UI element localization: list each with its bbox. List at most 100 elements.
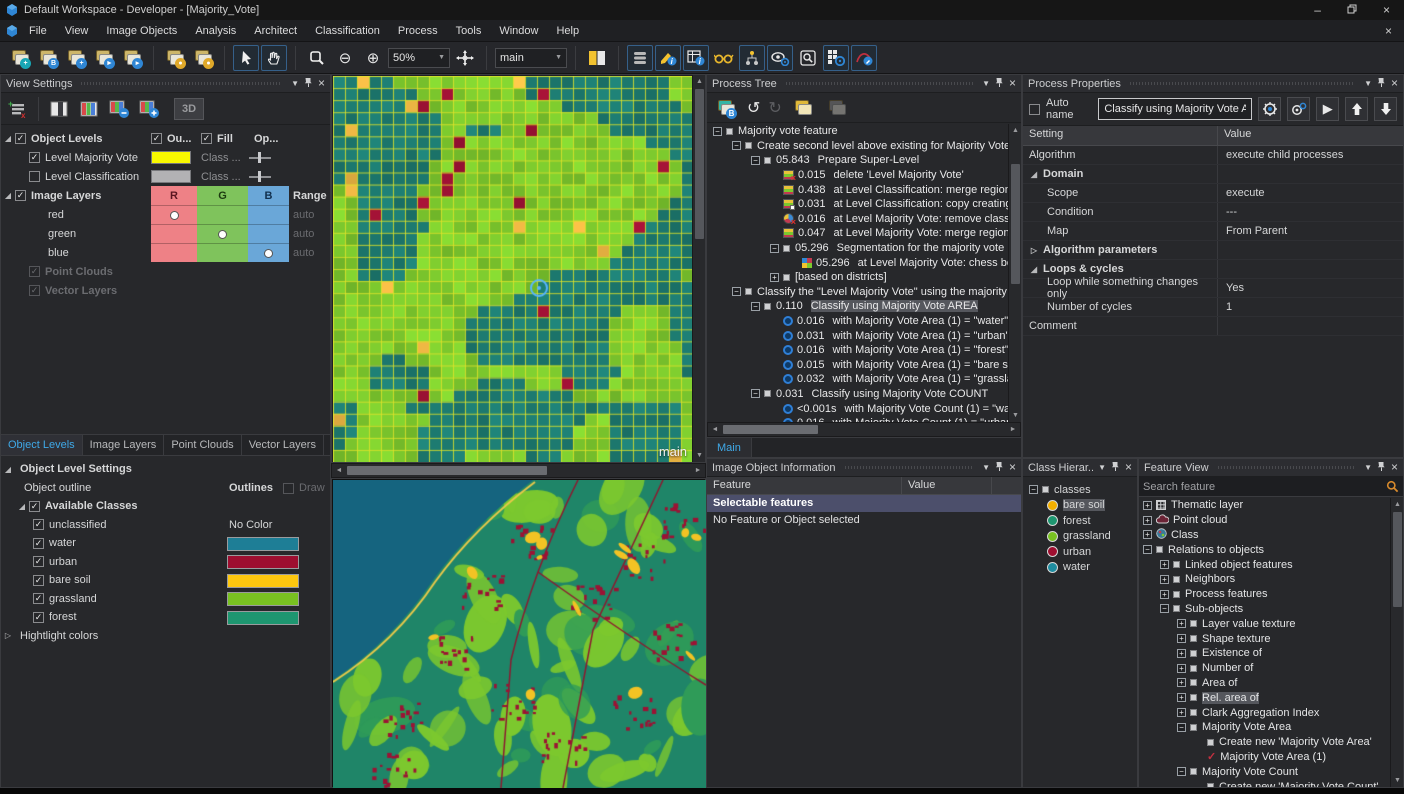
setting-row-scope[interactable]: Scopeexecute xyxy=(1023,184,1403,203)
class-row-unclassified[interactable]: ✓unclassifiedNo Color xyxy=(1,516,330,535)
channel-cell-g[interactable] xyxy=(197,243,248,262)
class-row-bare-soil[interactable]: ✓bare soil xyxy=(1,571,330,590)
insert-ruleset-icon[interactable] xyxy=(824,95,850,121)
class-item-bare-soil[interactable]: bare soil xyxy=(1023,498,1137,514)
scroll-down-icon[interactable]: ▼ xyxy=(1391,774,1404,787)
channel-cell-g[interactable] xyxy=(197,205,248,224)
drag-handle[interactable] xyxy=(845,466,974,469)
drag-handle[interactable] xyxy=(786,82,973,85)
menu-analysis[interactable]: Analysis xyxy=(186,22,245,40)
checkbox[interactable]: ✓ xyxy=(29,152,40,163)
expander-icon[interactable]: + xyxy=(1177,649,1186,658)
expander-icon[interactable]: + xyxy=(770,273,779,282)
class-item-urban[interactable]: urban xyxy=(1023,544,1137,560)
process-row[interactable]: <0.001swith Majority Vote Count (1) = "w… xyxy=(707,401,1008,416)
zoom-in-icon[interactable]: ⊕ xyxy=(360,45,386,71)
process-row[interactable]: +[based on districts] xyxy=(707,270,1008,285)
expander-icon[interactable]: + xyxy=(1177,678,1186,687)
remove-layer-icon[interactable] xyxy=(106,97,132,121)
class-color-swatch[interactable] xyxy=(227,608,299,627)
classification-map-canvas[interactable] xyxy=(333,480,706,788)
process-row[interactable]: −0.031Classify using Majority Vote COUNT xyxy=(707,387,1008,402)
tab-object-levels[interactable]: Object Levels xyxy=(1,435,83,455)
checkbox[interactable]: ✓ xyxy=(15,133,26,144)
class-color-swatch[interactable] xyxy=(227,590,299,609)
feature-row-relations-to-objects[interactable]: −Relations to objects xyxy=(1139,542,1391,557)
redo-icon[interactable]: ↻ xyxy=(768,98,781,118)
process-row[interactable]: −05.843Prepare Super-Level xyxy=(707,153,1008,168)
process-row[interactable]: ×0.015delete 'Level Majority Vote' xyxy=(707,168,1008,183)
tree-vertical-scrollbar[interactable]: ▲ ▼ xyxy=(1008,124,1021,422)
scroll-up-icon[interactable]: ▲ xyxy=(693,75,706,88)
expander-icon[interactable]: + xyxy=(1160,590,1169,599)
move-up-button[interactable] xyxy=(1345,97,1368,121)
checkbox[interactable]: ✓ xyxy=(33,538,44,549)
selectable-features-row[interactable]: Selectable features xyxy=(707,495,1021,512)
show-view-settings-icon[interactable] xyxy=(767,45,793,71)
view-settings-row-point-clouds[interactable]: ✓Point Clouds xyxy=(1,262,330,281)
feature-row-layer-value-texture[interactable]: +Layer value texture xyxy=(1139,616,1391,631)
edit-level-list-icon[interactable]: +x xyxy=(5,97,31,121)
execute-button[interactable]: ▶ xyxy=(1316,97,1339,121)
class-color-swatch[interactable] xyxy=(227,534,299,553)
checkbox[interactable]: ✓ xyxy=(33,593,44,604)
feature-row-majority-vote-area-1[interactable]: ✓Majority Vote Area (1) xyxy=(1139,750,1391,765)
open-project-icon[interactable]: ▸ xyxy=(119,45,145,71)
scroll-right-icon[interactable]: ► xyxy=(691,464,705,477)
expander-icon[interactable]: − xyxy=(1029,485,1038,494)
checkbox[interactable]: ✓ xyxy=(33,575,44,586)
import-scene-icon[interactable]: ► xyxy=(91,45,117,71)
tree-caret-icon[interactable]: ◢ xyxy=(1029,170,1039,179)
process-row[interactable]: 0.438at Level Classification: merge regi… xyxy=(707,182,1008,197)
panel-menu-icon[interactable]: ▼ xyxy=(1364,463,1372,473)
3d-toggle-button[interactable]: 3D xyxy=(174,98,204,120)
feature-row-sub-objects[interactable]: −Sub-objects xyxy=(1139,602,1391,617)
menu-classification[interactable]: Classification xyxy=(306,22,389,40)
process-row[interactable]: −05.296Segmentation for the majority vot… xyxy=(707,241,1008,256)
feature-row-shape-texture[interactable]: +Shape texture xyxy=(1139,631,1391,646)
channel-cell-b[interactable] xyxy=(248,243,289,262)
pin-icon[interactable] xyxy=(1377,461,1386,475)
tab-main[interactable]: Main xyxy=(707,438,752,457)
view-settings-row-blue[interactable]: blueauto xyxy=(1,243,330,262)
view-settings-row-object-levels[interactable]: ◢✓Object Levels✓Ou...✓FillOp... xyxy=(1,129,330,148)
edit-parameters-button[interactable] xyxy=(1287,97,1310,121)
add-layer-icon[interactable] xyxy=(136,97,162,121)
scroll-left-icon[interactable]: ◄ xyxy=(332,464,346,477)
tree-caret-icon[interactable]: ◢ xyxy=(1,465,15,474)
class-item-forest[interactable]: forest xyxy=(1023,513,1137,529)
process-row[interactable]: −Classify the "Level Majority Vote" usin… xyxy=(707,285,1008,300)
expander-icon[interactable]: + xyxy=(1160,575,1169,584)
class-color-swatch[interactable] xyxy=(227,553,299,572)
add-map-icon[interactable]: + xyxy=(63,45,89,71)
setting-row-algorithm-parameters[interactable]: ▷Algorithm parameters xyxy=(1023,241,1403,260)
zoom-out-icon[interactable]: ⊖ xyxy=(332,45,358,71)
map-horizontal-scrollbar[interactable]: ◄ ► xyxy=(331,463,706,478)
undo-icon[interactable]: ↺ xyxy=(747,98,760,118)
auto-name-checkbox[interactable] xyxy=(1029,104,1040,115)
minimize-button[interactable]: – xyxy=(1314,4,1321,16)
scrollbar-thumb[interactable] xyxy=(1393,512,1402,607)
outline-color-swatch[interactable] xyxy=(151,148,191,167)
search-icon[interactable] xyxy=(1386,480,1399,493)
feature-row-majority-vote-area[interactable]: −Majority Vote Area xyxy=(1139,720,1391,735)
drag-handle[interactable] xyxy=(81,82,282,85)
setting-row-number-of-cycles[interactable]: Number of cycles1 xyxy=(1023,298,1403,317)
expander-icon[interactable]: + xyxy=(1143,501,1152,510)
object-outline-row[interactable]: Object outlineOutlinesDraw xyxy=(1,479,330,498)
menu-tools[interactable]: Tools xyxy=(447,22,491,40)
menu-view[interactable]: View xyxy=(56,22,98,40)
channel-cell-r[interactable] xyxy=(151,205,197,224)
expander-icon[interactable]: − xyxy=(751,389,760,398)
scroll-left-icon[interactable]: ◄ xyxy=(708,423,722,436)
pin-icon[interactable] xyxy=(1377,77,1386,91)
tab-point-clouds[interactable]: Point Clouds xyxy=(164,435,241,455)
menu-window[interactable]: Window xyxy=(490,22,547,40)
class-row-water[interactable]: ✓water xyxy=(1,534,330,553)
segmented-map-canvas[interactable] xyxy=(333,76,693,462)
close-panel-icon[interactable]: × xyxy=(1125,462,1132,473)
highlight-colors-row[interactable]: ▷Hightlight colors xyxy=(1,627,330,646)
available-classes-row[interactable]: ◢✓Available Classes xyxy=(1,497,330,516)
view-settings-row-level-majority-vote[interactable]: ✓Level Majority VoteClass ... xyxy=(1,148,330,167)
feature-row-number-of[interactable]: +Number of xyxy=(1139,661,1391,676)
